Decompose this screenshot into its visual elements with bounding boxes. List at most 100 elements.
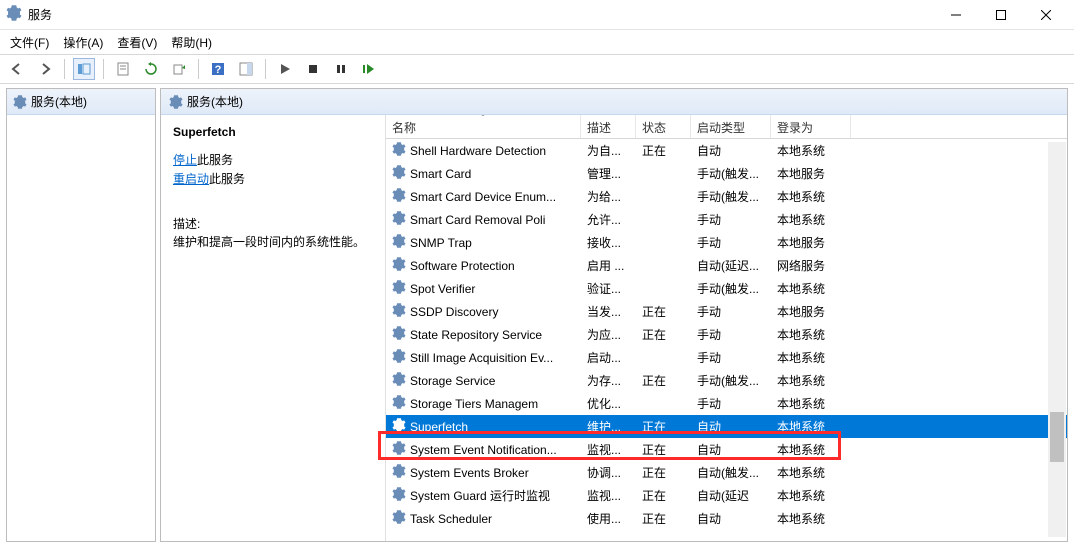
- service-row[interactable]: Task Scheduler使用...正在自动本地系统: [386, 507, 1067, 530]
- gear-icon: [169, 95, 183, 109]
- service-gear-icon: [392, 395, 406, 412]
- service-logon: 本地服务: [771, 165, 851, 182]
- stop-service-link[interactable]: 停止: [173, 153, 197, 167]
- service-startup: 手动: [691, 395, 771, 412]
- show-hide-tree-button[interactable]: [73, 58, 95, 80]
- service-startup: 手动(触发...: [691, 165, 771, 182]
- service-status: 正在: [636, 418, 691, 435]
- minimize-button[interactable]: [933, 1, 978, 29]
- menu-view[interactable]: 查看(V): [117, 34, 157, 51]
- close-button[interactable]: [1023, 1, 1068, 29]
- service-gear-icon: [392, 142, 406, 159]
- service-row[interactable]: Superfetch维护...正在自动本地系统: [386, 415, 1067, 438]
- menu-action[interactable]: 操作(A): [63, 34, 103, 51]
- service-row[interactable]: Smart Card Removal Poli允许...手动本地系统: [386, 208, 1067, 231]
- service-name: SSDP Discovery: [410, 305, 498, 319]
- pause-service-button[interactable]: [330, 58, 352, 80]
- service-name: Smart Card Removal Poli: [410, 213, 545, 227]
- service-desc: 维护...: [581, 418, 636, 435]
- start-service-button[interactable]: [274, 58, 296, 80]
- service-desc: 为给...: [581, 188, 636, 205]
- service-row[interactable]: Shell Hardware Detection为自...正在自动本地系统: [386, 139, 1067, 162]
- service-row[interactable]: Still Image Acquisition Ev...启动...手动本地系统: [386, 346, 1067, 369]
- back-button[interactable]: [6, 58, 28, 80]
- service-row[interactable]: Software Protection启用 ...自动(延迟...网络服务: [386, 254, 1067, 277]
- service-row[interactable]: System Events Broker协调...正在自动(触发...本地系统: [386, 461, 1067, 484]
- export-button[interactable]: [168, 58, 190, 80]
- service-startup: 手动(触发...: [691, 372, 771, 389]
- title-bar: 服务: [0, 0, 1074, 30]
- service-row[interactable]: Smart Card 管理... 手动(触发...本地服务: [386, 162, 1067, 185]
- toolbar-separator: [64, 59, 65, 79]
- service-row[interactable]: System Event Notification...监视...正在自动本地系…: [386, 438, 1067, 461]
- service-startup: 手动: [691, 303, 771, 320]
- service-status: 正在: [636, 372, 691, 389]
- service-row[interactable]: Smart Card Device Enum...为给...手动(触发...本地…: [386, 185, 1067, 208]
- selected-service-name: Superfetch: [173, 125, 373, 139]
- service-gear-icon: [392, 188, 406, 205]
- service-desc: 监视...: [581, 487, 636, 504]
- service-row[interactable]: SNMP Trap接收...手动本地服务: [386, 231, 1067, 254]
- stop-suffix: 此服务: [197, 153, 233, 167]
- service-startup: 手动: [691, 326, 771, 343]
- service-row[interactable]: Spot Verifier验证...手动(触发...本地系统: [386, 277, 1067, 300]
- forward-button[interactable]: [34, 58, 56, 80]
- service-name: Smart Card: [410, 167, 471, 181]
- service-startup: 自动(延迟...: [691, 257, 771, 274]
- column-status[interactable]: 状态: [636, 115, 691, 138]
- tree-root-label: 服务(本地): [31, 93, 87, 110]
- service-startup: 手动(触发...: [691, 280, 771, 297]
- toolbar-separator: [103, 59, 104, 79]
- vertical-scrollbar[interactable]: [1048, 142, 1066, 537]
- menu-help[interactable]: 帮助(H): [171, 34, 212, 51]
- maximize-button[interactable]: [978, 1, 1023, 29]
- service-row[interactable]: System Guard 运行时监视监视...正在自动(延迟本地系统: [386, 484, 1067, 507]
- service-row[interactable]: SSDP Discovery当发...正在手动本地服务: [386, 300, 1067, 323]
- column-headers: ˆ 名称 描述 状态 启动类型 登录为: [386, 115, 1067, 139]
- service-gear-icon: [392, 165, 406, 182]
- stop-service-button[interactable]: [302, 58, 324, 80]
- service-logon: 本地系统: [771, 464, 851, 481]
- service-row[interactable]: Storage Service为存...正在手动(触发...本地系统: [386, 369, 1067, 392]
- help-button[interactable]: ?: [207, 58, 229, 80]
- service-desc: 允许...: [581, 211, 636, 228]
- column-name-label: 名称: [392, 121, 416, 135]
- service-gear-icon: [392, 303, 406, 320]
- column-startup[interactable]: 启动类型: [691, 115, 771, 138]
- service-logon: 本地系统: [771, 418, 851, 435]
- service-desc: 启动...: [581, 349, 636, 366]
- column-logon[interactable]: 登录为: [771, 115, 851, 138]
- service-logon: 本地系统: [771, 326, 851, 343]
- scrollbar-thumb[interactable]: [1050, 412, 1064, 462]
- service-gear-icon: [392, 372, 406, 389]
- refresh-button[interactable]: [140, 58, 162, 80]
- service-desc: 为存...: [581, 372, 636, 389]
- service-desc: 为应...: [581, 326, 636, 343]
- tab-header[interactable]: 服务(本地): [161, 89, 1067, 115]
- column-name[interactable]: ˆ 名称: [386, 115, 581, 138]
- list-pane: 服务(本地) Superfetch 停止此服务 重启动此服务 描述: 维护和提高…: [160, 88, 1068, 542]
- service-startup: 自动: [691, 142, 771, 159]
- service-logon: 本地系统: [771, 142, 851, 159]
- service-gear-icon: [392, 464, 406, 481]
- service-gear-icon: [392, 326, 406, 343]
- toolbar-separator: [265, 59, 266, 79]
- column-desc[interactable]: 描述: [581, 115, 636, 138]
- service-row[interactable]: State Repository Service为应...正在手动本地系统: [386, 323, 1067, 346]
- toolbar-separator: [198, 59, 199, 79]
- details-pane: Superfetch 停止此服务 重启动此服务 描述: 维护和提高一段时间内的系…: [161, 115, 386, 541]
- action-pane-button[interactable]: [235, 58, 257, 80]
- menu-file[interactable]: 文件(F): [10, 34, 49, 51]
- tree-root-item[interactable]: 服务(本地): [7, 89, 155, 115]
- service-startup: 自动(触发...: [691, 464, 771, 481]
- service-name: Task Scheduler: [410, 512, 492, 526]
- service-status: 正在: [636, 487, 691, 504]
- restart-service-link[interactable]: 重启动: [173, 172, 209, 186]
- services-list: ˆ 名称 描述 状态 启动类型 登录为 Shell Hardware Detec…: [386, 115, 1067, 541]
- service-row[interactable]: Storage Tiers Managem优化...手动本地系统: [386, 392, 1067, 415]
- restart-service-button[interactable]: [358, 58, 380, 80]
- service-desc: 管理...: [581, 165, 636, 182]
- properties-button[interactable]: [112, 58, 134, 80]
- service-gear-icon: [392, 234, 406, 251]
- service-name: Smart Card Device Enum...: [410, 190, 556, 204]
